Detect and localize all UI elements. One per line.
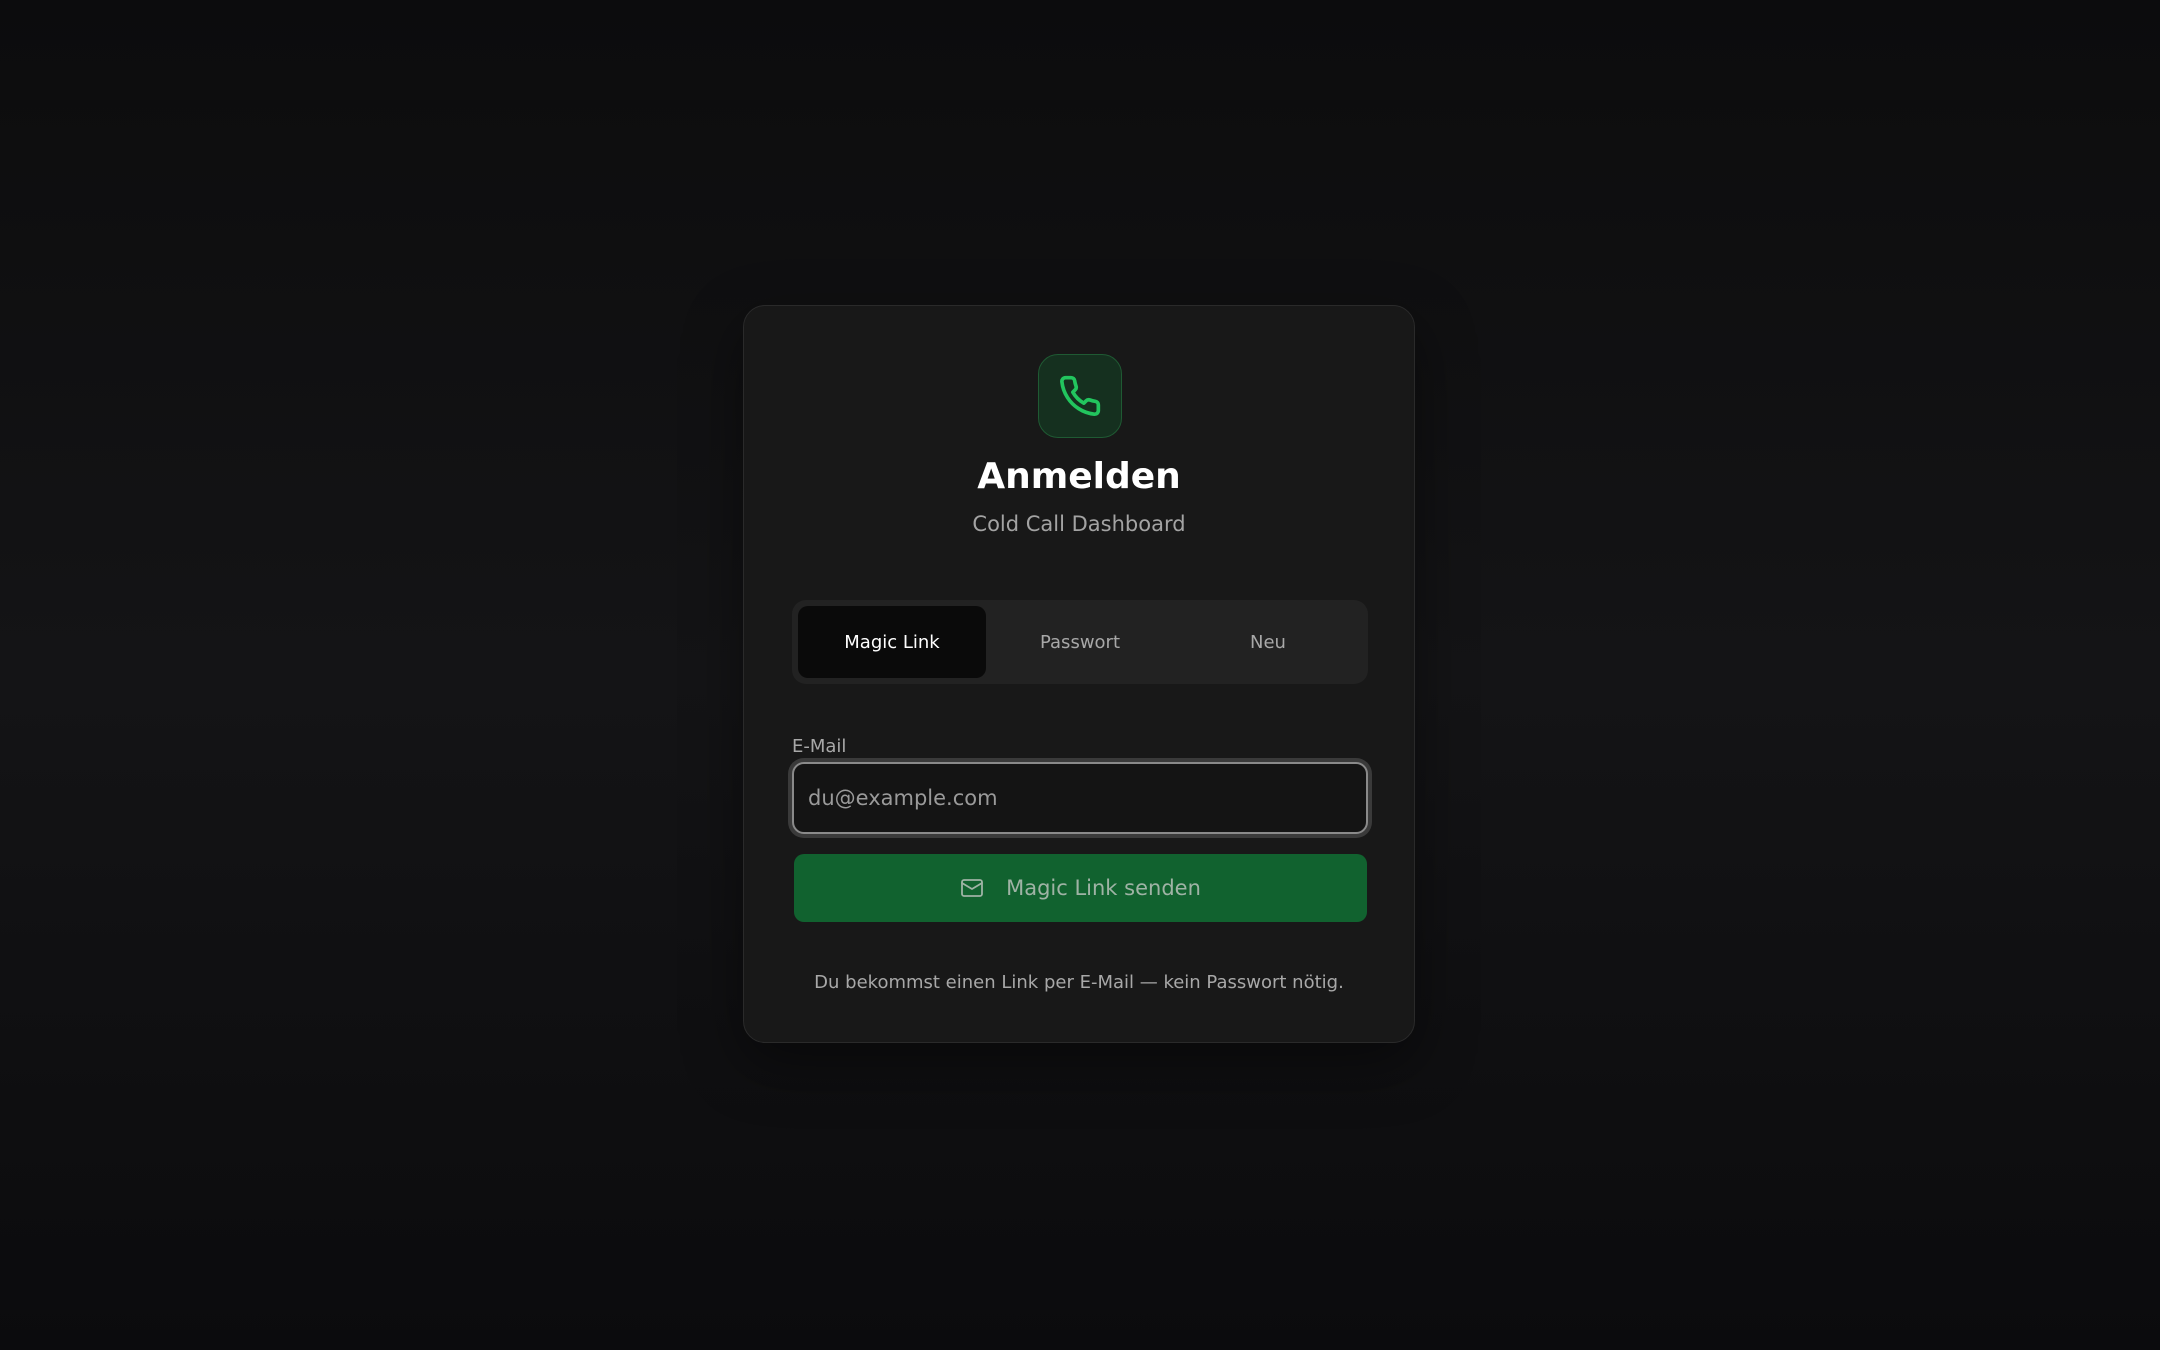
send-magic-link-button[interactable]: Magic Link senden (794, 854, 1367, 922)
helper-text: Du bekommst einen Link per E-Mail — kein… (814, 972, 1344, 993)
tab-new[interactable]: Neu (1174, 606, 1362, 678)
phone-icon (1060, 375, 1101, 417)
logo-badge (1038, 354, 1122, 438)
mail-icon (961, 879, 983, 897)
login-card: Anmelden Cold Call Dashboard Magic Link … (743, 305, 1415, 1043)
auth-method-tabs: Magic Link Passwort Neu (792, 600, 1368, 684)
page-subtitle: Cold Call Dashboard (972, 512, 1186, 536)
tab-password[interactable]: Passwort (986, 606, 1174, 678)
page-title: Anmelden (977, 456, 1181, 497)
email-label: E-Mail (792, 736, 847, 757)
email-field[interactable] (792, 762, 1368, 834)
send-magic-link-label: Magic Link senden (1006, 876, 1201, 900)
tab-magic-link[interactable]: Magic Link (798, 606, 986, 678)
